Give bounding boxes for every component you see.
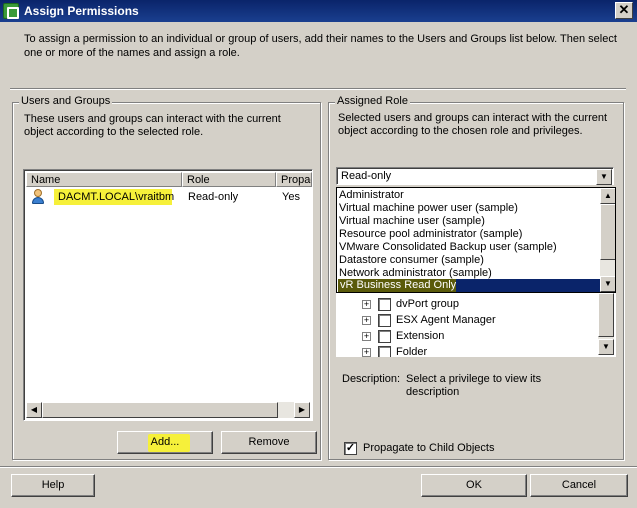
assign-permissions-dialog: Assign Permissions ✕ To assign a permiss… (0, 0, 637, 508)
scroll-down-icon[interactable]: ▼ (600, 276, 615, 292)
description-label: Description: (342, 373, 401, 385)
description-value: Select a privilege to view its descripti… (406, 373, 542, 398)
selected-option-label: vR Business Read Only (340, 279, 457, 291)
expand-icon[interactable]: + (362, 300, 371, 309)
expand-icon[interactable]: + (362, 316, 371, 325)
scroll-thumb[interactable] (600, 204, 615, 260)
tree-item-label: Extension (396, 330, 445, 342)
assigned-role-title: Assigned Role (335, 95, 410, 107)
chevron-down-icon[interactable]: ▼ (596, 169, 612, 185)
dropdown-option[interactable]: Virtual machine power user (sample) (339, 202, 518, 215)
table-row[interactable]: DACMT.LOCAL\vraitbm Read-only Yes (26, 188, 312, 206)
horizontal-scrollbar[interactable]: ◀ ▶ (26, 402, 310, 418)
dropdown-option[interactable]: Datastore consumer (sample) (339, 254, 484, 267)
expand-icon[interactable]: + (362, 332, 371, 341)
column-header-name[interactable]: Name (26, 172, 182, 187)
scroll-right-icon[interactable]: ▶ (294, 402, 310, 418)
dropdown-option[interactable]: Resource pool administrator (sample) (339, 228, 522, 241)
close-icon[interactable]: ✕ (615, 2, 633, 19)
dropdown-option[interactable]: Virtual machine user (sample) (339, 215, 485, 228)
row-propagate: Yes (282, 191, 300, 203)
tree-scrollbar[interactable]: ▼ (598, 293, 614, 355)
assigned-role-description: Selected users and groups can interact w… (338, 112, 608, 137)
help-button[interactable]: Help (11, 474, 95, 497)
checkbox[interactable] (378, 298, 391, 311)
title-bar[interactable]: Assign Permissions ✕ (0, 0, 637, 22)
add-button-label: Add... (150, 436, 180, 448)
users-groups-panel: Users and Groups These users and groups … (12, 95, 321, 460)
role-select[interactable]: Read-only ▼ (336, 167, 614, 185)
checkbox[interactable] (378, 346, 391, 357)
remove-button[interactable]: Remove (221, 431, 317, 454)
tree-item-label: Folder (396, 346, 428, 357)
propagate-label: Propagate to Child Objects (363, 442, 495, 454)
users-groups-title: Users and Groups (19, 95, 113, 107)
checkbox[interactable] (378, 330, 391, 343)
scroll-left-icon[interactable]: ◀ (26, 402, 42, 418)
ok-button[interactable]: OK (421, 474, 527, 497)
column-header-role[interactable]: Role (182, 172, 276, 187)
expand-icon[interactable]: + (362, 348, 371, 357)
dropdown-option[interactable]: VMware Consolidated Backup user (sample) (339, 241, 557, 254)
intro-text: To assign a permission to an individual … (24, 33, 617, 59)
divider (0, 466, 637, 468)
role-dropdown-list[interactable]: Administrator Virtual machine power user… (336, 187, 616, 293)
vsphere-app-icon (3, 3, 19, 19)
propagate-checkbox[interactable]: ✓ (344, 442, 357, 455)
user-icon (31, 189, 45, 205)
users-groups-list[interactable]: Name Role Propagate DACMT.LOCAL\vraitbm … (23, 169, 313, 421)
column-header-propagate[interactable]: Propagate (276, 172, 312, 187)
role-select-value: Read-only (341, 170, 392, 182)
users-groups-description: These users and groups can interact with… (24, 113, 281, 138)
row-name: DACMT.LOCAL\vraitbm (58, 191, 175, 203)
window-title: Assign Permissions (24, 4, 139, 18)
row-role: Read-only (188, 191, 239, 203)
tree-item-label: ESX Agent Manager (396, 314, 496, 326)
scroll-down-icon[interactable]: ▼ (598, 339, 614, 355)
dropdown-scrollbar[interactable]: ▲ ▼ (600, 188, 615, 292)
dropdown-option-selected[interactable]: vR Business Read Only (338, 279, 600, 292)
divider (10, 88, 626, 90)
privilege-tree[interactable]: + dvPort group + ESX Agent Manager + Ext… (336, 293, 616, 357)
dropdown-option[interactable]: Administrator (339, 189, 404, 202)
cancel-button[interactable]: Cancel (530, 474, 628, 497)
checkbox[interactable] (378, 314, 391, 327)
scroll-up-icon[interactable]: ▲ (600, 188, 615, 204)
tree-item-label: dvPort group (396, 298, 459, 310)
scroll-thumb[interactable] (598, 293, 614, 337)
scroll-thumb[interactable] (42, 402, 278, 418)
add-button[interactable]: Add... (117, 431, 213, 454)
